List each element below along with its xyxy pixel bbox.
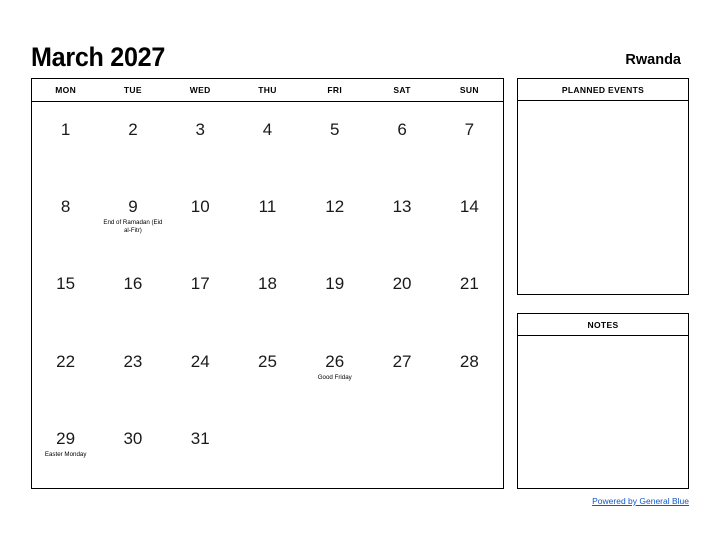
day-cell-28[interactable]: 28 — [436, 334, 503, 411]
day-events: Good Friday — [301, 374, 368, 382]
calendar-week-row: 1 2 3 4 5 6 7 — [32, 102, 503, 179]
calendar-week-row: 8 9 End of Ramadan (Eid al-Fitr) 10 11 12 13 14 — [32, 179, 503, 256]
day-number: 16 — [123, 274, 143, 294]
day-cell-10[interactable]: 10 — [167, 179, 234, 256]
day-number: 31 — [190, 428, 210, 448]
day-cell-6[interactable]: 6 — [368, 102, 435, 179]
holiday-label: Good Friday — [317, 373, 352, 381]
day-cell-19[interactable]: 19 — [301, 256, 368, 333]
day-cell-25[interactable]: 25 — [234, 334, 301, 411]
weekday-header-row: MON TUE WED THU FRI SAT SUN — [32, 79, 503, 102]
page-header: March 2027 Rwanda — [31, 30, 681, 72]
day-cell-13[interactable]: 13 — [368, 179, 435, 256]
weekday-header-sat: SAT — [393, 85, 411, 95]
weekday-header-thu: THU — [258, 85, 277, 95]
day-cell-1[interactable]: 1 — [32, 102, 99, 179]
planned-events-panel: PLANNED EVENTS — [517, 78, 689, 295]
day-cell-9[interactable]: 9 End of Ramadan (Eid al-Fitr) — [99, 179, 166, 256]
day-number: 10 — [190, 197, 210, 217]
calendar-grid: MON TUE WED THU FRI SAT SUN 1 2 3 4 5 6 7 8 9 End of Ra… — [31, 78, 504, 489]
country-label: Rwanda — [625, 52, 681, 68]
day-number: 25 — [258, 351, 277, 371]
day-cell-26[interactable]: 26 Good Friday — [301, 334, 368, 411]
day-cell-3[interactable]: 3 — [167, 102, 234, 179]
day-cell-12[interactable]: 12 — [301, 179, 368, 256]
day-number: 26 — [325, 351, 345, 371]
weekday-header-sun: SUN — [459, 85, 479, 95]
day-number: 9 — [128, 197, 138, 217]
day-number: 15 — [56, 274, 76, 294]
day-number: 30 — [123, 428, 143, 448]
day-number: 27 — [392, 351, 412, 371]
day-events: End of Ramadan (Eid al-Fitr) — [99, 219, 166, 234]
day-cell-29[interactable]: 29 Easter Monday — [32, 411, 99, 488]
notes-title: NOTES — [518, 314, 688, 336]
day-cell-15[interactable]: 15 — [32, 256, 99, 333]
calendar-weeks: 1 2 3 4 5 6 7 8 9 End of Ramadan (Eid al-Fitr) 10 1… — [32, 102, 503, 488]
day-number: 8 — [60, 197, 71, 217]
day-cell-30[interactable]: 30 — [99, 411, 166, 488]
day-number: 7 — [464, 120, 475, 139]
day-number: 3 — [195, 120, 205, 139]
day-number: 28 — [459, 351, 479, 371]
day-number: 11 — [258, 197, 277, 217]
calendar-page: March 2027 Rwanda MON TUE WED THU FRI SAT SUN … — [0, 0, 712, 550]
day-cell-20[interactable]: 20 — [368, 256, 435, 333]
day-number: 17 — [190, 274, 210, 294]
day-number: 6 — [397, 120, 407, 139]
day-number: 18 — [258, 274, 277, 294]
weekday-header-fri: FRI — [327, 85, 343, 95]
day-cell-27[interactable]: 27 — [368, 334, 435, 411]
planned-events-body[interactable] — [518, 101, 688, 294]
day-cell-11[interactable]: 11 — [234, 179, 301, 256]
weekday-header-wed: WED — [189, 85, 211, 95]
calendar-week-row: 29 Easter Monday 30 31 — [32, 411, 503, 488]
day-cell-16[interactable]: 16 — [99, 256, 166, 333]
holiday-label: Easter Monday — [44, 450, 87, 458]
weekday-header-mon: MON — [55, 85, 77, 95]
day-cell-23[interactable]: 23 — [99, 334, 166, 411]
day-number: 4 — [262, 120, 273, 139]
day-cell-empty — [234, 411, 301, 488]
day-number: 14 — [459, 197, 479, 217]
day-number: 13 — [392, 197, 412, 217]
planned-events-title: PLANNED EVENTS — [518, 79, 688, 101]
day-number: 23 — [123, 351, 143, 371]
day-cell-31[interactable]: 31 — [167, 411, 234, 488]
day-number: 12 — [325, 197, 345, 217]
day-cell-21[interactable]: 21 — [436, 256, 503, 333]
day-cell-18[interactable]: 18 — [234, 256, 301, 333]
page-title: March 2027 — [31, 42, 166, 72]
notes-body[interactable] — [518, 336, 688, 488]
day-cell-5[interactable]: 5 — [301, 102, 368, 179]
day-number: 24 — [190, 351, 210, 371]
calendar-week-row: 15 16 17 18 19 20 21 — [32, 256, 503, 333]
day-cell-empty — [436, 411, 503, 488]
day-number: 20 — [392, 274, 412, 294]
day-cell-14[interactable]: 14 — [436, 179, 503, 256]
notes-panel: NOTES — [517, 313, 689, 489]
weekday-header-tue: TUE — [123, 85, 142, 95]
day-cell-22[interactable]: 22 — [32, 334, 99, 411]
day-number: 1 — [60, 120, 71, 139]
day-number: 2 — [128, 120, 138, 139]
day-cell-empty — [368, 411, 435, 488]
day-number: 19 — [325, 274, 345, 294]
day-cell-empty — [301, 411, 368, 488]
day-number: 29 — [56, 428, 76, 448]
day-cell-7[interactable]: 7 — [436, 102, 503, 179]
powered-by-link[interactable]: Powered by General Blue — [517, 496, 689, 506]
calendar-week-row: 22 23 24 25 26 Good Friday 27 28 — [32, 334, 503, 411]
day-number: 5 — [330, 120, 340, 139]
day-cell-17[interactable]: 17 — [167, 256, 234, 333]
day-cell-24[interactable]: 24 — [167, 334, 234, 411]
holiday-label: End of Ramadan (Eid al-Fitr) — [103, 219, 163, 234]
day-number: 22 — [56, 351, 76, 371]
day-cell-8[interactable]: 8 — [32, 179, 99, 256]
day-number: 21 — [459, 274, 479, 294]
day-cell-2[interactable]: 2 — [99, 102, 166, 179]
day-events: Easter Monday — [32, 451, 99, 459]
day-cell-4[interactable]: 4 — [234, 102, 301, 179]
